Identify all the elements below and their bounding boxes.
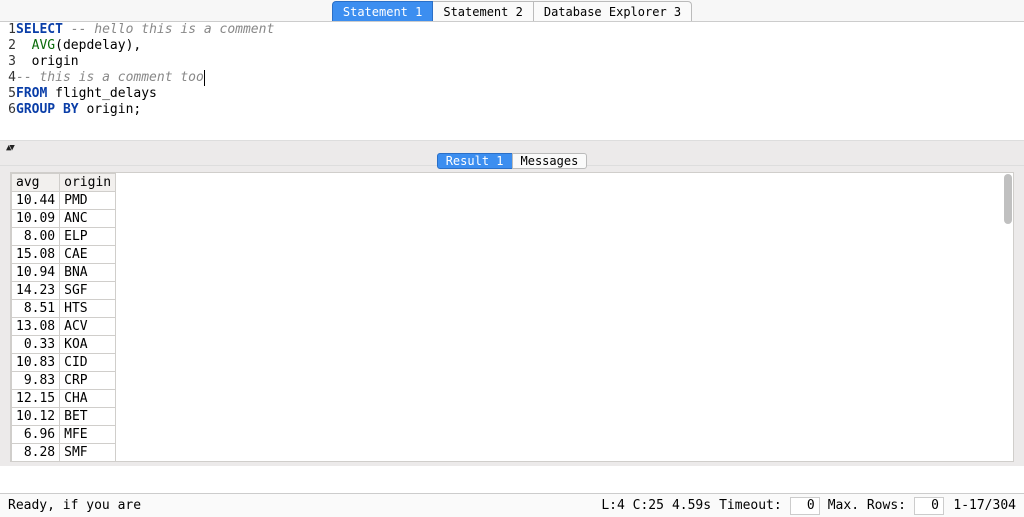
text-cursor (204, 70, 205, 86)
splitter[interactable]: ▲▼ Result 1Messages (0, 140, 1024, 166)
cell[interactable]: BET (60, 408, 116, 426)
cell[interactable]: ELP (60, 228, 116, 246)
cell[interactable]: 8.00 (12, 228, 60, 246)
cell[interactable]: CAE (60, 246, 116, 264)
table-header-row: avgorigin (12, 174, 116, 192)
cell[interactable]: 10.94 (12, 264, 60, 282)
cell[interactable]: 14.23 (12, 282, 60, 300)
cell[interactable]: 8.28 (12, 444, 60, 462)
cell[interactable]: SGF (60, 282, 116, 300)
cell[interactable]: 10.09 (12, 210, 60, 228)
table-row[interactable]: 13.08ACV (12, 318, 116, 336)
row-range: 1-17/304 (952, 498, 1016, 513)
maxrows-label: Max. Rows: (828, 498, 906, 513)
cell[interactable]: 9.37 (12, 462, 60, 463)
table-row[interactable]: 0.33KOA (12, 336, 116, 354)
results-inner: avgorigin10.44PMD10.09ANC8.00ELP15.08CAE… (10, 172, 1014, 462)
tab-statement-1[interactable]: Statement 1 (332, 1, 433, 21)
line-number: 1 (0, 22, 16, 38)
cell[interactable]: 8.51 (12, 300, 60, 318)
code-content[interactable]: origin (16, 54, 1024, 70)
code-content[interactable]: AVG(depdelay), (16, 38, 1024, 54)
results-scrollbar[interactable] (1004, 174, 1012, 224)
line-number: 3 (0, 54, 16, 70)
line-number: 6 (0, 102, 16, 118)
cell[interactable]: 13.08 (12, 318, 60, 336)
results-panel: avgorigin10.44PMD10.09ANC8.00ELP15.08CAE… (0, 166, 1024, 466)
table-row[interactable]: 8.00ELP (12, 228, 116, 246)
column-header-origin[interactable]: origin (60, 174, 116, 192)
cell[interactable]: PMD (60, 192, 116, 210)
editor-line[interactable]: 5FROM flight_delays (0, 86, 1024, 102)
table-row[interactable]: 14.23SGF (12, 282, 116, 300)
table-row[interactable]: 10.12BET (12, 408, 116, 426)
table-row[interactable]: 10.44PMD (12, 192, 116, 210)
table-row[interactable]: 9.83CRP (12, 372, 116, 390)
table-row[interactable]: 10.09ANC (12, 210, 116, 228)
line-number: 4 (0, 70, 16, 86)
cell[interactable]: CRP (60, 372, 116, 390)
table-row[interactable]: 8.28SMF (12, 444, 116, 462)
code-content[interactable]: GROUP BY origin; (16, 102, 1024, 118)
sql-editor[interactable]: 1SELECT -- hello this is a comment2 AVG(… (0, 22, 1024, 140)
editor-line[interactable]: 3 origin (0, 54, 1024, 70)
table-row[interactable]: 10.94BNA (12, 264, 116, 282)
cell[interactable]: 12.15 (12, 390, 60, 408)
table-row[interactable]: 10.83CID (12, 354, 116, 372)
table-row[interactable]: 6.96MFE (12, 426, 116, 444)
cell[interactable]: HTS (60, 300, 116, 318)
timeout-label: Timeout: (719, 498, 782, 513)
table-row[interactable]: 15.08CAE (12, 246, 116, 264)
code-content[interactable]: SELECT -- hello this is a comment (16, 22, 1024, 38)
result-tab-messages[interactable]: Messages (512, 153, 588, 169)
code-content[interactable]: FROM flight_delays (16, 86, 1024, 102)
table-row[interactable]: 8.51HTS (12, 300, 116, 318)
cell[interactable]: MFE (60, 426, 116, 444)
top-tabbar: Statement 1Statement 2Database Explorer … (0, 0, 1024, 22)
drag-handle-icon[interactable]: ▲▼ (0, 141, 1024, 153)
editor-line[interactable]: 4-- this is a comment too (0, 70, 1024, 86)
status-time: 4.59s (672, 498, 711, 513)
statusbar: Ready, if you are L:4 C:25 4.59s Timeout… (0, 493, 1024, 517)
cell[interactable]: CID (60, 354, 116, 372)
editor-line[interactable]: 2 AVG(depdelay), (0, 38, 1024, 54)
maxrows-input[interactable]: 0 (914, 497, 944, 515)
editor-line[interactable]: 1SELECT -- hello this is a comment (0, 22, 1024, 38)
column-header-avg[interactable]: avg (12, 174, 60, 192)
cell[interactable]: 10.12 (12, 408, 60, 426)
cell[interactable]: SMF (60, 444, 116, 462)
result-tab-result-1[interactable]: Result 1 (437, 153, 513, 169)
code-content[interactable]: -- this is a comment too (16, 70, 1024, 86)
status-message: Ready, if you are (8, 498, 141, 513)
cell[interactable]: 15.08 (12, 246, 60, 264)
editor-line[interactable]: 6GROUP BY origin; (0, 102, 1024, 118)
line-number: 2 (0, 38, 16, 54)
timeout-input[interactable]: 0 (790, 497, 820, 515)
results-table: avgorigin10.44PMD10.09ANC8.00ELP15.08CAE… (11, 173, 116, 462)
tab-database-explorer-3[interactable]: Database Explorer 3 (534, 1, 692, 21)
cell[interactable]: CHA (60, 390, 116, 408)
table-row[interactable]: 9.37CAK (12, 462, 116, 463)
cell[interactable]: BNA (60, 264, 116, 282)
cell[interactable]: 6.96 (12, 426, 60, 444)
tab-statement-2[interactable]: Statement 2 (433, 1, 533, 21)
line-number: 5 (0, 86, 16, 102)
cell[interactable]: KOA (60, 336, 116, 354)
cell[interactable]: ACV (60, 318, 116, 336)
cell[interactable]: CAK (60, 462, 116, 463)
table-row[interactable]: 12.15CHA (12, 390, 116, 408)
cell[interactable]: 9.83 (12, 372, 60, 390)
cell[interactable]: 0.33 (12, 336, 60, 354)
cell[interactable]: 10.83 (12, 354, 60, 372)
result-tabbar: Result 1Messages (0, 153, 1024, 167)
cell[interactable]: ANC (60, 210, 116, 228)
cell[interactable]: 10.44 (12, 192, 60, 210)
status-position: L:4 C:25 (601, 498, 664, 513)
